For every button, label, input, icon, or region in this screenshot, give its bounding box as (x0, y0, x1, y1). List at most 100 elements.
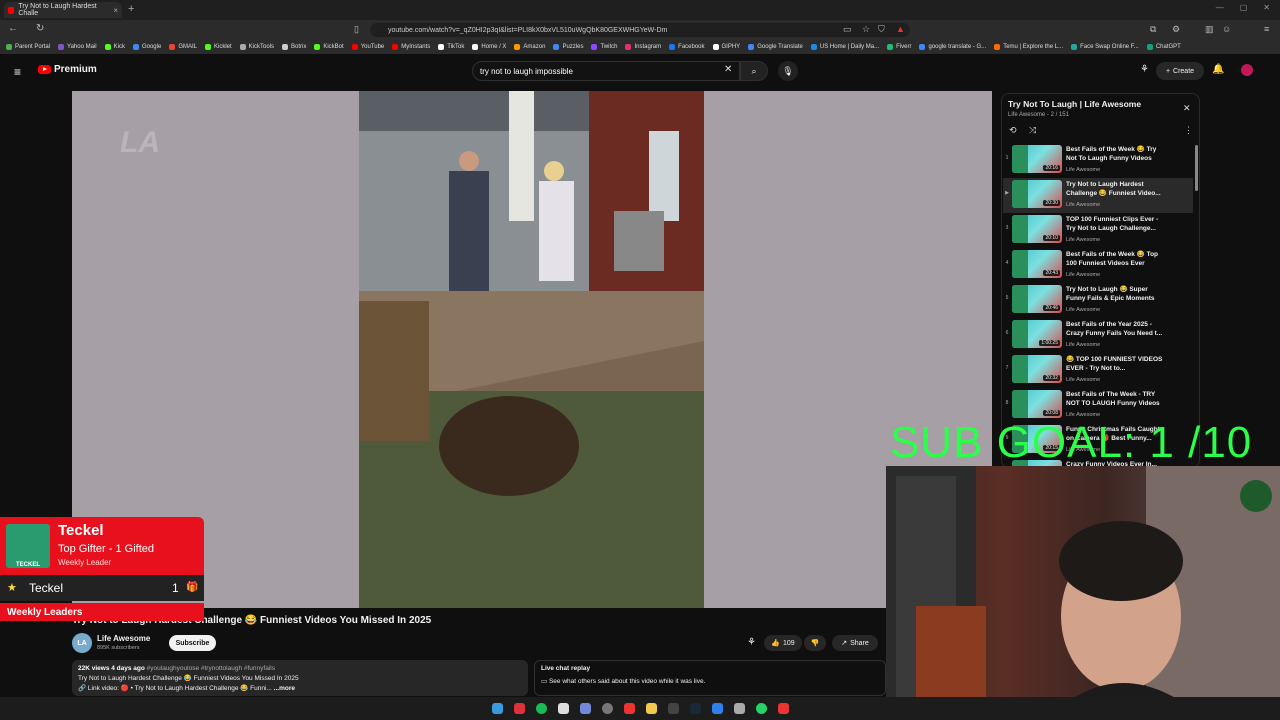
minimize-icon[interactable]: — (1216, 3, 1224, 12)
new-tab-icon[interactable]: + (128, 3, 134, 15)
account-avatar[interactable] (1241, 64, 1253, 76)
shuffle-icon[interactable]: ⤨ (1029, 125, 1036, 136)
bookmark-item[interactable]: Face Swap Online F... (1071, 44, 1139, 50)
playlist-item-title[interactable]: 😂 TOP 100 FUNNIEST VIDEOS EVER - Try Not… (1066, 355, 1166, 374)
url-field[interactable]: youtube.com/watch?v=_qZ0HI2p3qI&list=PLI… (370, 23, 910, 37)
loop-icon[interactable]: ⟲ (1009, 125, 1017, 136)
bookmark-item[interactable]: ChatGPT (1146, 44, 1181, 50)
playlist-thumbnail[interactable]: 1:00:25 (1012, 320, 1062, 348)
playlist-item[interactable]: 4 20:43 Best Fails of the Week 😂 Top 100 F… (1003, 248, 1193, 283)
download-icon[interactable]: ⚘ (747, 637, 756, 648)
bookmark-item[interactable]: YouTube (351, 44, 384, 50)
playlist-item-title[interactable]: Best Fails of the Week 😂 Try Not To Laug… (1066, 145, 1166, 164)
like-button[interactable]: 👍 109 (764, 635, 802, 651)
playlist-item[interactable]: 5 20:46 Try Not to Laugh 😂 Super Funny Fai… (1003, 283, 1193, 318)
bookmark-item[interactable]: Google Translate (748, 44, 803, 50)
more-link[interactable]: ...more (274, 685, 295, 692)
dislike-button[interactable]: 👎 (804, 635, 826, 651)
youtube-logo[interactable]: Premium (38, 64, 97, 75)
playlist-item-title[interactable]: TOP 100 Funniest Clips Ever - Try Not to… (1066, 215, 1166, 234)
bookmark-item[interactable]: TikTok (438, 44, 464, 50)
spotify-icon[interactable] (535, 703, 547, 714)
reload-icon[interactable]: ↻ (36, 23, 44, 34)
playlist-item-title[interactable]: Best Fails of the Year 2025 - Crazy Funn… (1066, 320, 1166, 339)
bookmark-item[interactable]: Home / X (472, 44, 506, 50)
search-input[interactable]: try not to laugh impossible (472, 61, 740, 81)
cast-icon[interactable]: ▭ (843, 24, 852, 35)
playlist-thumbnail[interactable]: 20:43 (1012, 250, 1062, 278)
warning-icon[interactable]: ▲ (896, 24, 905, 34)
bookmark-item[interactable]: Amazon (514, 44, 545, 50)
playlist-item-title[interactable]: Try Not to Laugh Hardest Challenge 😂 Fun… (1066, 180, 1166, 199)
bookmark-item[interactable]: Twitch (591, 44, 617, 50)
channel-name[interactable]: Life Awesome (97, 634, 150, 643)
voice-search-button[interactable]: 🎙 (778, 61, 798, 81)
bookmark-item[interactable]: Fiverr (887, 44, 911, 50)
bookmark-item[interactable]: Kick (104, 44, 125, 50)
playlist-item-title[interactable]: Best Fails of the Week 😂 Top 100 Funnies… (1066, 250, 1166, 269)
bookmark-item[interactable]: US Home | Daily Ma... (810, 44, 879, 50)
playlist-thumbnail[interactable]: 20:08 (1012, 390, 1062, 418)
sidebar-icon[interactable]: ▥ (1205, 24, 1214, 35)
playlist-item[interactable]: 7 20:32 😂 TOP 100 FUNNIEST VIDEOS EVER - T… (1003, 353, 1193, 388)
window-close-icon[interactable]: ✕ (1263, 3, 1270, 12)
cast-header-icon[interactable]: ⚘ (1140, 64, 1149, 75)
folder-icon[interactable] (645, 703, 657, 714)
playlist-thumbnail[interactable]: 20:32 (1012, 355, 1062, 383)
bookmark-item[interactable]: Facebook (669, 44, 705, 50)
playlist-item[interactable]: 1 20:16 Best Fails of the Week 😂 Try Not T… (1003, 143, 1193, 178)
playlist-item-title[interactable]: Try Not to Laugh 😂 Super Funny Fails & E… (1066, 285, 1166, 304)
bookmark-item[interactable]: Temu | Explore the L... (994, 44, 1063, 50)
steam-icon[interactable] (689, 703, 701, 714)
terminal-icon[interactable] (667, 703, 679, 714)
shield-icon[interactable]: ⛉ (878, 24, 885, 35)
whatsapp-icon[interactable] (755, 703, 767, 714)
maximize-icon[interactable]: ▢ (1240, 3, 1248, 12)
playlist-scrollbar[interactable] (1195, 145, 1198, 191)
bookmark-item[interactable]: GIPHY (712, 44, 740, 50)
start-icon[interactable] (491, 703, 503, 714)
bookmark-item[interactable]: google translate - G... (919, 44, 986, 50)
tab-close-icon[interactable]: × (113, 6, 118, 15)
channel-avatar[interactable]: LA (72, 633, 92, 653)
share-button[interactable]: ↗ Share (832, 635, 878, 651)
extensions-icon[interactable]: ⧉ (1150, 24, 1156, 35)
subscribe-button[interactable]: Subscribe (169, 635, 216, 651)
app-taskbar-icon[interactable] (557, 703, 569, 714)
clear-search-icon[interactable]: ✕ (724, 64, 732, 75)
browser-menu-icon[interactable]: ≡ (1264, 24, 1269, 34)
bookmark-item[interactable]: Yahoo Mail (58, 44, 97, 50)
description-box[interactable]: 22K views 4 days ago #youlaughyoulose #t… (72, 660, 528, 696)
playlist-title[interactable]: Try Not To Laugh | Life Awesome (1008, 99, 1141, 109)
playlist-thumbnail[interactable]: 20:10 (1012, 215, 1062, 243)
profile-icon[interactable]: ☺ (1222, 24, 1231, 34)
playlist-item-title[interactable]: Best Fails of The Week - TRY NOT TO LAUG… (1066, 390, 1166, 409)
photos-icon[interactable] (711, 703, 723, 714)
browser-taskbar-icon[interactable] (513, 703, 525, 714)
hamburger-menu-icon[interactable]: ≡ (14, 65, 21, 79)
bookmark-item[interactable]: MyInstants (392, 44, 430, 50)
playlist-item[interactable]: ▶ 20:30 Try Not to Laugh Hardest Challenge… (1003, 178, 1193, 213)
settings-icon[interactable]: ⚙ (1172, 24, 1180, 35)
bookmark-item[interactable]: Botrix (282, 44, 306, 50)
back-icon[interactable]: ← (8, 23, 18, 34)
bookmark-item[interactable]: KickBot (314, 44, 344, 50)
playlist-more-icon[interactable]: ⋮ (1184, 125, 1193, 136)
bookmark-item[interactable]: Parent Portal (6, 44, 50, 50)
playlist-item[interactable]: 3 20:10 TOP 100 Funniest Clips Ever - Try … (1003, 213, 1193, 248)
playlist-thumbnail[interactable]: 20:30 (1012, 180, 1062, 208)
live-chat-box[interactable]: Live chat replay ▭ See what others said … (534, 660, 886, 696)
location-taskbar-icon[interactable] (777, 703, 789, 714)
bookmark-item[interactable]: KickTools (239, 44, 274, 50)
bookmark-item[interactable]: Google (132, 44, 161, 50)
pin-taskbar-icon[interactable] (623, 703, 635, 714)
notifications-icon[interactable]: 🔔 (1212, 64, 1224, 75)
playlist-item[interactable]: 6 1:00:25 Best Fails of the Year 2025 - Cr… (1003, 318, 1193, 353)
gear-taskbar-icon[interactable] (733, 703, 745, 714)
browser-tab[interactable]: Try Not to Laugh Hardest Challe × (4, 2, 122, 18)
playlist-close-icon[interactable]: ✕ (1183, 103, 1191, 114)
playlist-thumbnail[interactable]: 20:46 (1012, 285, 1062, 313)
obs-icon[interactable] (601, 703, 613, 714)
bookmark-item[interactable]: GMAIL (169, 44, 197, 50)
playlist-thumbnail[interactable]: 20:16 (1012, 145, 1062, 173)
